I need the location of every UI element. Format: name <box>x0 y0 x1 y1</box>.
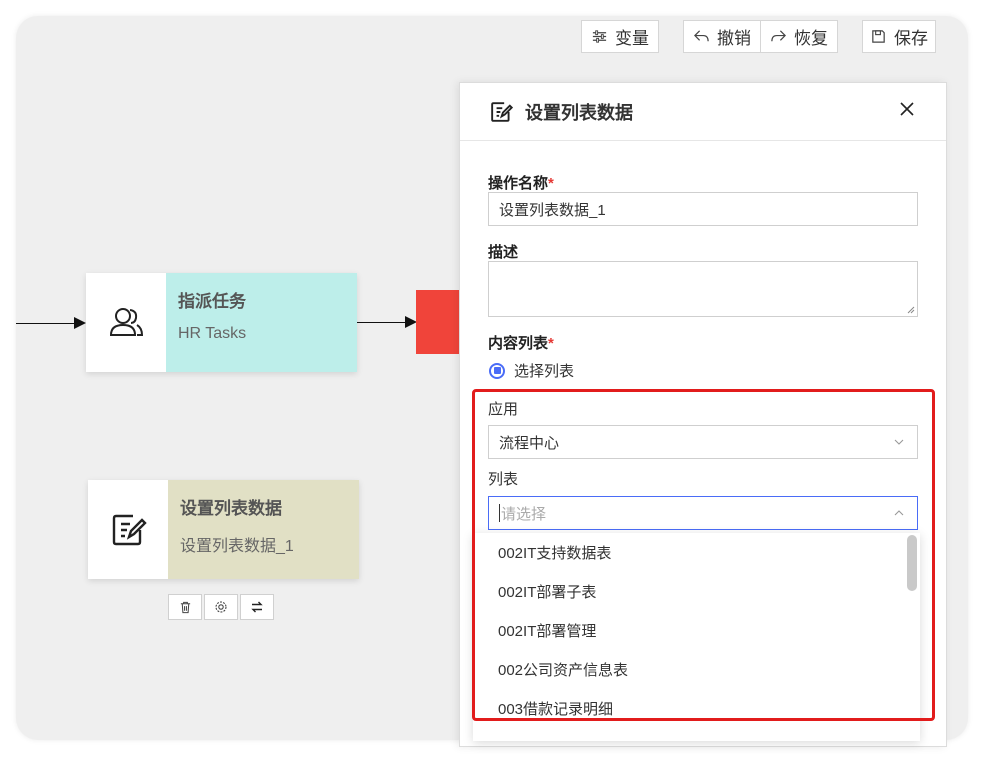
text-cursor <box>499 504 500 522</box>
redo-label: 恢复 <box>794 29 828 48</box>
node-toolbar <box>168 594 274 620</box>
list-dropdown[interactable]: 002IT支持数据表 002IT部署子表 002IT部署管理 002公司资产信息… <box>473 533 920 741</box>
close-icon[interactable] <box>898 100 916 118</box>
node-body: 指派任务 HR Tasks <box>166 273 357 372</box>
variables-label: 变量 <box>615 29 649 48</box>
node-set-list-data[interactable]: 设置列表数据 设置列表数据_1 <box>88 480 359 579</box>
dropdown-option[interactable]: 003借款记录明细 <box>473 689 920 728</box>
edit-icon <box>491 101 513 122</box>
name-input-value: 设置列表数据_1 <box>499 201 606 219</box>
delete-button[interactable] <box>168 594 202 620</box>
dropdown-scrollbar[interactable] <box>907 535 917 591</box>
name-input[interactable]: 设置列表数据_1 <box>488 192 918 226</box>
radio-checked-icon <box>489 362 505 379</box>
edge-in <box>16 323 76 324</box>
save-icon <box>872 30 885 43</box>
app-label: 应用 <box>488 401 519 418</box>
dropdown-option[interactable]: 002IT部署子表 <box>473 572 920 611</box>
redo-button[interactable]: 恢复 <box>760 20 838 53</box>
undo-label: 撤销 <box>717 29 751 48</box>
name-label: 操作名称* <box>488 175 554 192</box>
users-icon <box>109 307 144 336</box>
node-title: 设置列表数据 <box>180 499 282 518</box>
arrow-head-in <box>74 317 86 329</box>
edge-out <box>357 322 407 323</box>
dropdown-option[interactable]: 002IT支持数据表 <box>473 533 920 572</box>
radio-label: 选择列表 <box>514 363 575 380</box>
description-label: 描述 <box>488 244 519 261</box>
list-label: 列表 <box>488 471 519 488</box>
save-button[interactable]: 保存 <box>862 20 936 53</box>
sliders-icon <box>592 30 607 43</box>
select-list-radio[interactable]: 选择列表 <box>489 360 574 381</box>
node-icon-box <box>88 480 168 579</box>
gear-icon <box>215 601 227 613</box>
swap-icon <box>251 601 263 613</box>
node-body: 设置列表数据 设置列表数据_1 <box>168 480 359 579</box>
panel-title: 设置列表数据 <box>525 102 633 123</box>
edit-icon <box>112 514 147 545</box>
list-select[interactable]: 请选择 <box>488 496 918 530</box>
undo-icon <box>694 30 709 42</box>
save-label: 保存 <box>894 29 928 48</box>
app-select[interactable]: 流程中心 <box>488 425 918 459</box>
chevron-up-icon <box>894 510 904 516</box>
list-select-placeholder: 请选择 <box>501 505 547 523</box>
node-title: 指派任务 <box>178 292 246 311</box>
description-textarea[interactable] <box>488 261 918 317</box>
swap-button[interactable] <box>240 594 274 620</box>
trash-icon <box>180 601 190 613</box>
dropdown-option[interactable]: 002IT部署管理 <box>473 611 920 650</box>
content-list-label: 内容列表* <box>488 335 554 352</box>
dropdown-option[interactable]: 002公司资产信息表 <box>473 650 920 689</box>
node-icon-box <box>86 273 166 372</box>
resize-handle-icon <box>907 306 915 314</box>
redo-icon <box>771 30 786 42</box>
undo-button[interactable]: 撤销 <box>683 20 761 53</box>
node-assign-task[interactable]: 指派任务 HR Tasks <box>86 273 357 372</box>
chevron-down-icon <box>894 439 904 445</box>
node-subtitle: HR Tasks <box>178 325 247 342</box>
settings-button[interactable] <box>204 594 238 620</box>
variables-button[interactable]: 变量 <box>581 20 659 53</box>
app-select-value: 流程中心 <box>499 434 560 452</box>
node-subtitle: 设置列表数据_1 <box>180 538 294 555</box>
panel-header: 设置列表数据 <box>460 83 946 141</box>
